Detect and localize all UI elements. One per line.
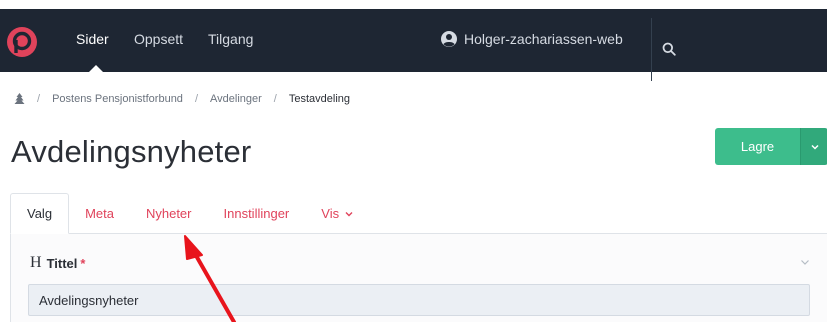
site-name: Holger-zachariassen-web — [464, 31, 623, 47]
breadcrumb-separator: / — [194, 93, 198, 105]
tab-label: Innstillinger — [223, 206, 290, 221]
tab-label: Meta — [85, 206, 114, 221]
breadcrumb-item[interactable]: Postens Pensjonistforbund — [52, 93, 183, 105]
breadcrumb-current: Testavdeling — [288, 93, 350, 105]
active-nav-indicator — [88, 65, 104, 73]
chevron-down-icon — [345, 211, 353, 216]
top-navbar: Sider Oppsett Tilgang Holger-zachariasse… — [0, 9, 827, 81]
search-area[interactable] — [651, 18, 827, 81]
tab-nyheter[interactable]: Nyheter — [130, 193, 208, 234]
user-circle-icon — [441, 31, 457, 47]
breadcrumb-separator: / — [37, 93, 41, 105]
search-icon[interactable] — [662, 42, 676, 56]
title-field-label: H Tittel * — [30, 254, 85, 272]
nav-item-oppsett[interactable]: Oppsett — [134, 31, 183, 47]
breadcrumb: / Postens Pensjonistforbund / Avdelinger… — [14, 93, 350, 105]
tab-label: Valg — [27, 206, 53, 221]
breadcrumb-item[interactable]: Avdelinger — [210, 93, 262, 105]
save-button[interactable]: Lagre — [715, 128, 800, 165]
nav-item-tilgang[interactable]: Tilgang — [208, 31, 253, 47]
field-label-text: Tittel — [46, 255, 78, 271]
tab-label: Nyheter — [145, 206, 192, 221]
required-marker: * — [80, 255, 86, 271]
tab-vis[interactable]: Vis — [305, 193, 370, 234]
tab-innstillinger[interactable]: Innstillinger — [208, 193, 306, 234]
save-button-group: Lagre — [715, 128, 827, 165]
save-options-toggle[interactable] — [800, 128, 827, 165]
tab-meta[interactable]: Meta — [69, 193, 130, 234]
chevron-down-icon[interactable] — [799, 256, 811, 268]
title-input[interactable] — [28, 284, 810, 316]
nav-item-sider[interactable]: Sider — [76, 31, 109, 47]
heading-icon: H — [30, 254, 42, 271]
chevron-down-icon — [810, 144, 819, 150]
tab-bar: Valg Meta Nyheter Innstillinger Vis — [10, 193, 370, 234]
tree-home-icon[interactable] — [14, 93, 25, 105]
breadcrumb-separator: / — [273, 93, 277, 105]
brand-logo-icon[interactable] — [6, 26, 38, 58]
tab-valg[interactable]: Valg — [10, 193, 70, 234]
page-title: Avdelingsnyheter — [11, 134, 252, 169]
site-selector[interactable]: Holger-zachariassen-web — [440, 29, 623, 49]
tab-label: Vis — [321, 206, 340, 221]
